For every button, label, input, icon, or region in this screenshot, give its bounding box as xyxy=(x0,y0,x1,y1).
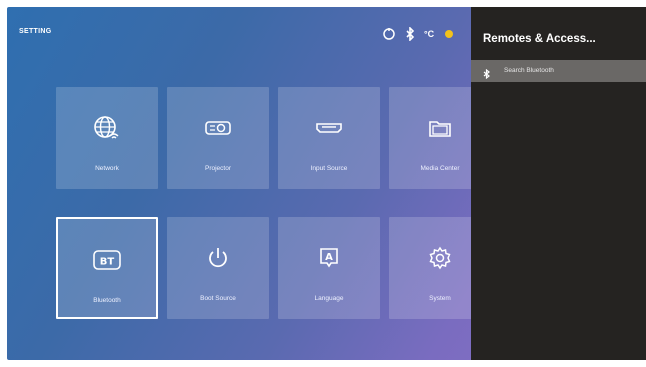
search-bluetooth-item[interactable]: Search Bluetooth xyxy=(471,60,646,82)
svg-text:BT: BT xyxy=(100,257,115,268)
tile-label: Projector xyxy=(204,165,231,172)
brightness-icon xyxy=(382,27,396,41)
remotes-panel: Remotes & Access... Search Bluetooth xyxy=(471,7,646,360)
tile-label: Bluetooth xyxy=(93,297,121,304)
bluetooth-icon xyxy=(483,66,490,84)
language-a-icon: A xyxy=(278,243,380,273)
sun-icon xyxy=(443,28,455,40)
panel-item-label: Search Bluetooth xyxy=(504,67,554,74)
power-icon xyxy=(167,243,269,273)
panel-title: Remotes & Access... xyxy=(483,33,596,45)
bluetooth-status-icon xyxy=(405,27,415,41)
globe-wifi-icon xyxy=(56,113,158,143)
tile-input-source[interactable]: Input Source xyxy=(278,87,380,189)
status-bar: °C xyxy=(382,24,455,44)
tile-projector[interactable]: Projector xyxy=(167,87,269,189)
svg-text:A: A xyxy=(325,252,333,263)
tile-boot-source[interactable]: Boot Source xyxy=(167,217,269,319)
tile-label: Language xyxy=(314,295,344,302)
temperature-unit: °C xyxy=(424,29,435,39)
bluetooth-bt-icon: BT xyxy=(58,245,156,275)
tile-language[interactable]: A Language xyxy=(278,217,380,319)
tile-bluetooth[interactable]: BT Bluetooth xyxy=(56,217,158,319)
hdmi-port-icon xyxy=(278,113,380,143)
tile-label: Boot Source xyxy=(200,295,236,302)
projector-icon xyxy=(167,113,269,143)
tile-network[interactable]: Network xyxy=(56,87,158,189)
tile-label: Input Source xyxy=(310,165,348,172)
tile-label: Network xyxy=(95,165,119,172)
page-title: SETTING xyxy=(19,28,52,35)
